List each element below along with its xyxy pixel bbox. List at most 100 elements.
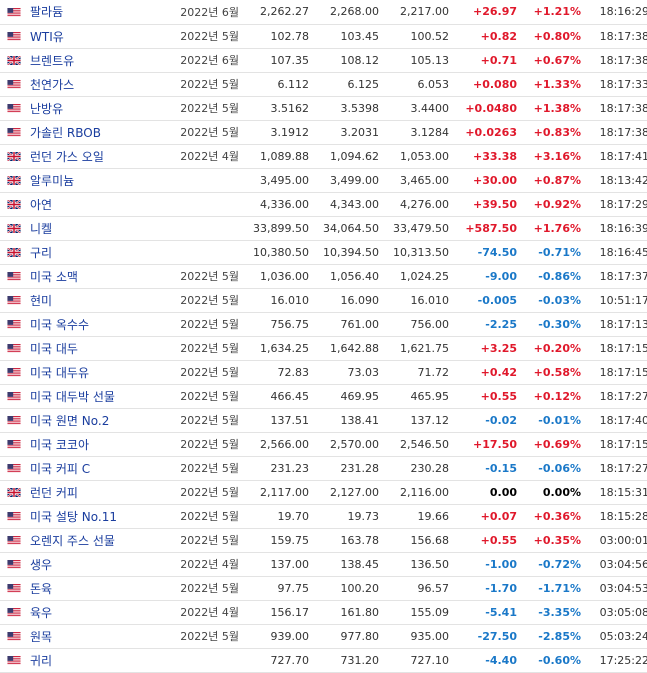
high-price: 138.45 <box>317 552 387 577</box>
update-time: 03:00:01 <box>583 528 647 553</box>
price-change: +0.07 <box>457 504 519 529</box>
us-flag-icon <box>7 584 21 593</box>
flag-icon <box>6 583 22 594</box>
last-price: 466.45 <box>247 384 317 409</box>
last-price: 107.35 <box>247 48 317 73</box>
commodity-name-link[interactable]: 귀리 <box>30 654 52 668</box>
update-time: 18:15:28 <box>583 504 647 529</box>
commodity-name-link[interactable]: 미국 코코아 <box>30 438 89 452</box>
commodity-name-link[interactable]: 현미 <box>30 294 52 308</box>
us-flag-icon <box>7 416 21 425</box>
flag-icon <box>6 223 22 234</box>
low-price: 230.28 <box>387 456 457 481</box>
flag-cell <box>0 528 28 553</box>
commodity-name-link[interactable]: 런던 가스 오일 <box>30 150 104 164</box>
uk-flag-icon <box>6 487 22 498</box>
low-price: 136.50 <box>387 552 457 577</box>
flag-cell <box>0 96 28 121</box>
percent-change: +0.35% <box>519 528 583 553</box>
flag-icon <box>6 559 22 570</box>
commodity-row: 미국 대두 2022년 5월 1,634.25 1,642.88 1,621.7… <box>0 336 647 361</box>
percent-change: -0.03% <box>519 288 583 313</box>
last-price: 3,495.00 <box>247 168 317 193</box>
name-cell: 돈육 <box>28 576 172 601</box>
name-cell: 브렌트유 <box>28 48 172 73</box>
commodity-name-link[interactable]: 돈육 <box>30 582 52 596</box>
commodity-name-link[interactable]: 팔라듐 <box>30 5 63 19</box>
commodity-name-link[interactable]: 알루미늄 <box>30 174 74 188</box>
contract-month: 2022년 5월 <box>172 336 247 361</box>
us-flag-icon <box>7 464 21 473</box>
flag-cell <box>0 504 28 529</box>
flag-icon <box>6 391 22 402</box>
price-change: +0.82 <box>457 24 519 49</box>
commodity-name-link[interactable]: 천연가스 <box>30 78 74 92</box>
high-price: 1,642.88 <box>317 336 387 361</box>
low-price: 16.010 <box>387 288 457 313</box>
commodity-name-link[interactable]: 미국 대두 <box>30 342 78 356</box>
percent-change: +0.12% <box>519 384 583 409</box>
update-time: 18:17:38 <box>583 120 647 145</box>
commodity-name-link[interactable]: 미국 옥수수 <box>30 318 89 332</box>
flag-cell <box>0 168 28 193</box>
commodity-name-link[interactable]: 원목 <box>30 630 52 644</box>
flag-cell <box>0 624 28 649</box>
contract-month: 2022년 4월 <box>172 552 247 577</box>
last-price: 19.70 <box>247 504 317 529</box>
percent-change: +0.87% <box>519 168 583 193</box>
commodity-name-link[interactable]: 니켈 <box>30 222 52 236</box>
commodity-name-link[interactable]: 미국 커피 C <box>30 462 90 476</box>
flag-icon <box>6 175 22 186</box>
percent-change: +1.33% <box>519 72 583 97</box>
commodity-name-link[interactable]: 오렌지 주스 선물 <box>30 534 115 548</box>
contract-month: 2022년 5월 <box>172 96 247 121</box>
low-price: 2,116.00 <box>387 480 457 505</box>
low-price: 727.10 <box>387 648 457 673</box>
flag-icon <box>6 199 22 210</box>
update-time: 18:17:27 <box>583 456 647 481</box>
contract-month <box>172 168 247 193</box>
last-price: 4,336.00 <box>247 192 317 217</box>
flag-cell <box>0 120 28 145</box>
commodity-name-link[interactable]: 런던 커피 <box>30 486 78 500</box>
commodity-name-link[interactable]: 구리 <box>30 246 52 260</box>
update-time: 18:17:38 <box>583 96 647 121</box>
commodity-name-link[interactable]: 미국 원면 No.2 <box>30 414 109 428</box>
commodity-row: 천연가스 2022년 5월 6.112 6.125 6.053 +0.080 +… <box>0 72 647 97</box>
last-price: 159.75 <box>247 528 317 553</box>
commodity-name-link[interactable]: 생우 <box>30 558 52 572</box>
high-price: 108.12 <box>317 48 387 73</box>
commodity-name-link[interactable]: 미국 대두유 <box>30 366 89 380</box>
percent-change: -0.60% <box>519 648 583 673</box>
percent-change: -1.71% <box>519 576 583 601</box>
last-price: 727.70 <box>247 648 317 673</box>
high-price: 19.73 <box>317 504 387 529</box>
uk-flag-icon <box>6 223 22 234</box>
price-change: +26.97 <box>457 0 519 25</box>
contract-month: 2022년 5월 <box>172 432 247 457</box>
uk-flag-icon <box>6 55 22 66</box>
commodity-name-link[interactable]: WTI유 <box>30 30 64 44</box>
low-price: 155.09 <box>387 600 457 625</box>
commodity-name-link[interactable]: 가솔린 RBOB <box>30 126 101 140</box>
name-cell: 런던 가스 오일 <box>28 144 172 169</box>
name-cell: 미국 대두 <box>28 336 172 361</box>
commodity-name-link[interactable]: 미국 설탕 No.11 <box>30 510 117 524</box>
commodity-name-link[interactable]: 미국 소맥 <box>30 270 78 284</box>
price-change: +33.38 <box>457 144 519 169</box>
price-change: -0.02 <box>457 408 519 433</box>
commodity-name-link[interactable]: 브렌트유 <box>30 54 74 68</box>
last-price: 939.00 <box>247 624 317 649</box>
flag-cell <box>0 192 28 217</box>
commodity-name-link[interactable]: 아연 <box>30 198 52 212</box>
contract-month: 2022년 5월 <box>172 408 247 433</box>
flag-icon <box>6 631 22 642</box>
contract-month: 2022년 5월 <box>172 480 247 505</box>
us-flag-icon <box>7 536 21 545</box>
contract-month: 2022년 5월 <box>172 312 247 337</box>
commodity-row: 브렌트유 2022년 6월 107.35 108.12 105.13 +0.71… <box>0 48 647 73</box>
commodity-name-link[interactable]: 육우 <box>30 606 52 620</box>
commodity-name-link[interactable]: 난방유 <box>30 102 63 116</box>
last-price: 97.75 <box>247 576 317 601</box>
commodity-name-link[interactable]: 미국 대두박 선물 <box>30 390 115 404</box>
